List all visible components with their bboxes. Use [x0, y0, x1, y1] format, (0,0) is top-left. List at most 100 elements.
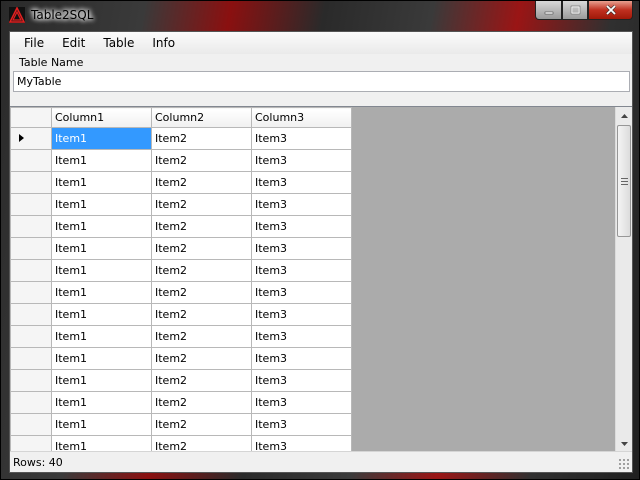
column-header-3[interactable]: Column3 — [251, 107, 352, 128]
row-header[interactable] — [10, 369, 52, 392]
app-logo-icon — [9, 7, 25, 23]
grid-cell[interactable]: Item1 — [51, 149, 152, 172]
grid-cell[interactable]: Item1 — [51, 435, 152, 451]
row-header[interactable] — [10, 215, 52, 238]
row-header[interactable] — [10, 413, 52, 436]
row-header[interactable] — [10, 303, 52, 326]
table-row[interactable]: Item1 Item2 Item3 — [10, 215, 352, 238]
grid-cell[interactable]: Item1 — [51, 127, 152, 150]
grid-cell[interactable]: Item3 — [251, 435, 352, 451]
grid-cell[interactable]: Item1 — [51, 193, 152, 216]
grid-cell[interactable]: Item2 — [151, 215, 252, 238]
grid-cell[interactable]: Item2 — [151, 325, 252, 348]
grid-cell[interactable]: Item2 — [151, 303, 252, 326]
table-row[interactable]: Item1 Item2 Item3 — [10, 171, 352, 194]
grid-cell[interactable]: Item1 — [51, 303, 152, 326]
scroll-thumb[interactable] — [617, 125, 631, 237]
grid-cell[interactable]: Item3 — [251, 303, 352, 326]
table-row[interactable]: Item1 Item2 Item3 — [10, 413, 352, 436]
grid-cell[interactable]: Item3 — [251, 171, 352, 194]
grid-cell[interactable]: Item1 — [51, 237, 152, 260]
grid-cell[interactable]: Item2 — [151, 369, 252, 392]
table-row[interactable]: Item1 Item2 Item3 — [10, 391, 352, 414]
grid-cell[interactable]: Item3 — [251, 149, 352, 172]
row-header[interactable] — [10, 391, 52, 414]
grid-cell[interactable]: Item1 — [51, 413, 152, 436]
grid-cell[interactable]: Item2 — [151, 259, 252, 282]
grid-cell[interactable]: Item1 — [51, 215, 152, 238]
maximize-button[interactable] — [562, 1, 588, 20]
table-row[interactable]: Item1 Item2 Item3 — [10, 281, 352, 304]
grid-cell[interactable]: Item3 — [251, 215, 352, 238]
table-row[interactable]: Item1 Item2 Item3 — [10, 149, 352, 172]
grid-cell[interactable]: Item3 — [251, 347, 352, 370]
row-header[interactable] — [10, 171, 52, 194]
table-row[interactable]: Item1 Item2 Item3 — [10, 369, 352, 392]
grid-cell[interactable]: Item1 — [51, 347, 152, 370]
grid-cell[interactable]: Item2 — [151, 171, 252, 194]
grid-cell[interactable]: Item2 — [151, 435, 252, 451]
menu-edit[interactable]: Edit — [53, 32, 94, 54]
grid-cell[interactable]: Item1 — [51, 281, 152, 304]
menu-info[interactable]: Info — [143, 32, 184, 54]
grid-cell[interactable]: Item2 — [151, 391, 252, 414]
close-button[interactable] — [588, 1, 633, 20]
table-row[interactable]: Item1 Item2 Item3 — [10, 193, 352, 216]
data-grid[interactable]: Column1 Column2 Column3 Item1 Item2 Item3 I… — [10, 106, 632, 451]
grid-cell[interactable]: Item2 — [151, 127, 252, 150]
menu-file[interactable]: File — [15, 32, 53, 54]
grid-cell[interactable]: Item2 — [151, 237, 252, 260]
grid-cell[interactable]: Item3 — [251, 281, 352, 304]
column-header-1[interactable]: Column1 — [51, 107, 152, 128]
row-header[interactable] — [10, 325, 52, 348]
client-area: File Edit Table Info Table Name Column1 … — [9, 31, 633, 473]
table-name-input[interactable] — [13, 71, 630, 92]
title-bar[interactable]: Table2SQL — [1, 1, 639, 31]
table-row[interactable]: Item1 Item2 Item3 — [10, 237, 352, 260]
table-row[interactable]: Item1 Item2 Item3 — [10, 325, 352, 348]
grid-cell[interactable]: Item3 — [251, 193, 352, 216]
grid-cell[interactable]: Item1 — [51, 391, 152, 414]
grid-corner-header[interactable] — [10, 107, 52, 128]
grid-cell[interactable]: Item1 — [51, 259, 152, 282]
grid-cell[interactable]: Item3 — [251, 325, 352, 348]
row-header[interactable] — [10, 281, 52, 304]
row-header[interactable] — [10, 127, 52, 150]
row-header[interactable] — [10, 237, 52, 260]
table-row[interactable]: Item1 Item2 Item3 — [10, 347, 352, 370]
vertical-scrollbar[interactable] — [615, 107, 632, 451]
menu-bar: File Edit Table Info — [10, 32, 632, 54]
table-row[interactable]: Item1 Item2 Item3 — [10, 127, 352, 150]
grid-cell[interactable]: Item3 — [251, 259, 352, 282]
grid-cell[interactable]: Item3 — [251, 369, 352, 392]
grid-cell[interactable]: Item2 — [151, 149, 252, 172]
row-header[interactable] — [10, 149, 52, 172]
grid-cell[interactable]: Item3 — [251, 127, 352, 150]
grid-cell[interactable]: Item2 — [151, 281, 252, 304]
scroll-up-button[interactable] — [616, 107, 632, 124]
grid-cell[interactable]: Item3 — [251, 413, 352, 436]
grid-cell[interactable]: Item2 — [151, 413, 252, 436]
column-header-2[interactable]: Column2 — [151, 107, 252, 128]
status-bar: Rows: 40 — [10, 451, 632, 472]
grid-cell[interactable]: Item3 — [251, 391, 352, 414]
row-header[interactable] — [10, 259, 52, 282]
minimize-icon — [544, 11, 553, 15]
row-header[interactable] — [10, 435, 52, 451]
grid-cell[interactable]: Item1 — [51, 369, 152, 392]
row-header[interactable] — [10, 193, 52, 216]
grid-cell[interactable]: Item2 — [151, 347, 252, 370]
resize-grip-icon[interactable] — [618, 458, 630, 470]
table-row[interactable]: Item1 Item2 Item3 — [10, 303, 352, 326]
table-row[interactable]: Item1 Item2 Item3 — [10, 259, 352, 282]
minimize-button[interactable] — [535, 1, 562, 20]
grid-cell[interactable]: Item2 — [151, 193, 252, 216]
table-row[interactable]: Item1 Item2 Item3 — [10, 435, 352, 451]
grid-cell[interactable]: Item3 — [251, 237, 352, 260]
caption-buttons — [535, 1, 633, 20]
menu-table[interactable]: Table — [94, 32, 143, 54]
scroll-down-button[interactable] — [616, 435, 632, 451]
grid-cell[interactable]: Item1 — [51, 325, 152, 348]
row-header[interactable] — [10, 347, 52, 370]
grid-cell[interactable]: Item1 — [51, 171, 152, 194]
